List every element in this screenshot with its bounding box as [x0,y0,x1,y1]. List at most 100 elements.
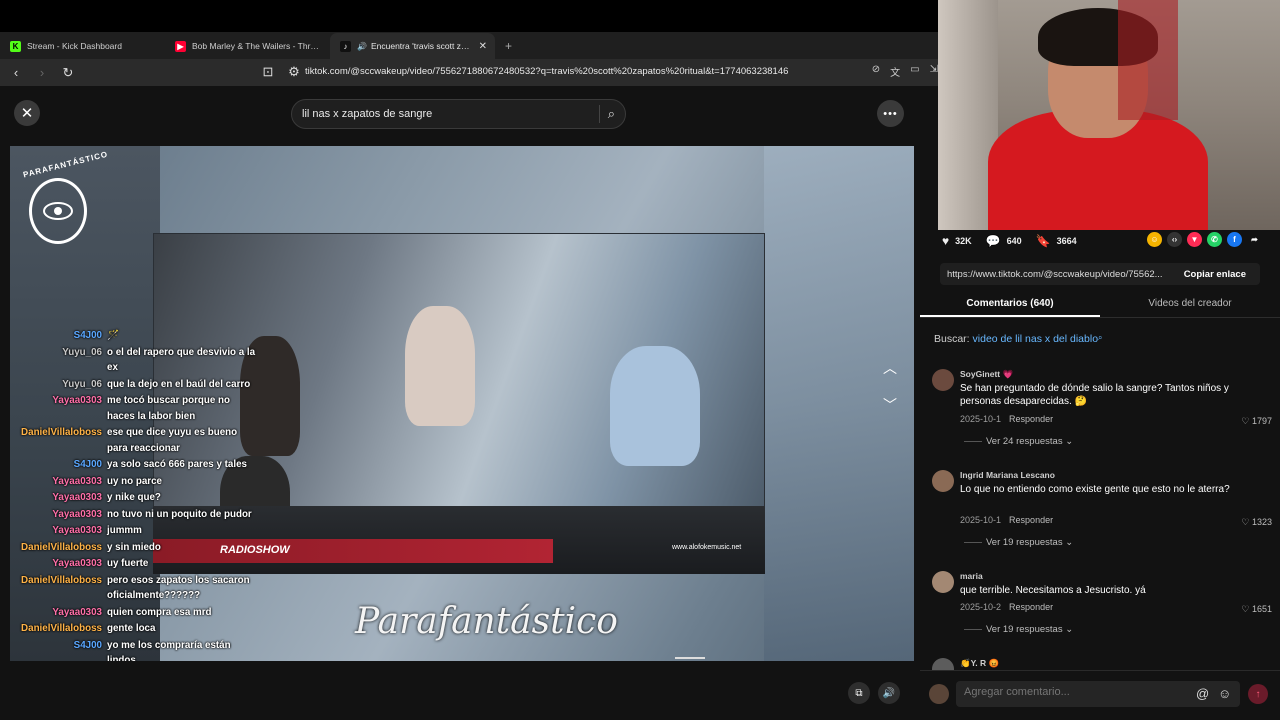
comment-likes[interactable]: ♡ 1651 [1241,604,1272,615]
search-bar[interactable]: ⌕ [291,99,626,129]
share-arrow-icon[interactable]: ➦ [1247,232,1262,247]
reply-button[interactable]: Responder [1009,515,1053,525]
user-avatar[interactable] [929,684,949,704]
chat-username[interactable]: S4J00 [10,638,107,662]
reply-button[interactable]: Responder [1009,414,1053,424]
comment-likes[interactable]: ♡ 1323 [1241,517,1272,528]
tab-comments[interactable]: Comentarios (640) [920,294,1100,317]
share-buttons: ☺ ‹› ▼ ✆ f ➦ [1147,232,1262,247]
player-controls: ⧉ 🔊 [848,682,900,704]
comment-meta: 2025-10-2 Responder [960,602,1053,612]
avatar[interactable] [932,369,954,391]
avatar[interactable] [932,470,954,492]
chat-username[interactable]: S4J00 [10,328,107,344]
picture-in-picture-icon[interactable]: ⧉ [848,682,870,704]
address-bar-actions: ⊘ 文 ▭ ⇲ [872,64,938,79]
extension-icon[interactable]: ⇲ [930,64,938,79]
tab-tiktok-active[interactable]: ♪ 🔊 Encuentra 'travis scott zapato ✕ [330,33,495,59]
view-replies-button[interactable]: Ver 19 respuestas ⌄ [964,624,1073,635]
avatar[interactable] [932,658,954,670]
copy-link-row: https://www.tiktok.com/@sccwakeup/video/… [940,263,1260,285]
mention-icon[interactable]: @ [1196,686,1209,701]
eye-off-icon[interactable]: ⊘ [872,64,880,79]
send-comment-button[interactable]: ↑ [1248,684,1268,704]
translate-icon[interactable]: 文 [890,64,900,79]
reply-button[interactable]: Responder [1009,602,1053,612]
previous-video-icon[interactable]: ︿ [878,356,902,380]
tab-kick-dashboard[interactable]: K Stream - Kick Dashboard [0,33,165,59]
tab-label: Bob Marley & The Wailers - Three Li [192,41,322,51]
save-stat[interactable]: 🔖 3664 [1036,234,1077,248]
view-replies-button[interactable]: Ver 24 respuestas ⌄ [964,436,1073,447]
comment-likes[interactable]: ♡ 1797 [1241,416,1272,427]
comment-input[interactable] [964,686,1184,698]
view-replies-button[interactable]: Ver 19 respuestas ⌄ [964,537,1073,548]
comment-icon: 💬 [985,234,1001,248]
tiktok-favicon-icon: ♪ [340,40,351,52]
search-suggestion[interactable]: Buscar: video de lil nas x del diablo⌕ [934,333,1103,345]
chat-username[interactable]: S4J00 [10,457,107,473]
video-progress-bar[interactable] [675,657,705,659]
send-icon[interactable]: ▼ [1187,232,1202,247]
more-options-button[interactable]: ••• [877,100,904,127]
chat-message: Yayaa0303 me tocó buscar porque no haces … [10,393,260,424]
reload-icon[interactable]: ↻ [58,63,78,83]
chat-text: ese que dice yuyu es bueno para reaccion… [107,427,238,454]
chat-username[interactable]: Yuyu_06 [10,377,107,393]
comment-input-box[interactable]: @ ☺ [956,681,1240,707]
tab-close-icon[interactable]: ✕ [479,41,487,52]
comment-author[interactable]: maria [960,571,983,581]
chat-username[interactable]: DanielVillaloboss [10,573,107,604]
chat-username[interactable]: Yayaa0303 [10,523,107,539]
chat-username[interactable]: Yayaa0303 [10,474,107,490]
coin-share-icon[interactable]: ☺ [1147,232,1162,247]
search-input[interactable] [302,108,591,120]
chat-username[interactable]: Yuyu_06 [10,345,107,376]
copy-link-button[interactable]: Copiar enlace [1174,269,1260,280]
url-field[interactable]: tiktok.com/@sccwakeup/video/755627188067… [305,66,788,77]
tab-youtube[interactable]: ▶ Bob Marley & The Wailers - Three Li [165,33,330,59]
chat-username[interactable]: Yayaa0303 [10,393,107,424]
comment-item: Ingrid Mariana Lescano Lo que no entiend… [932,470,1272,555]
cast-icon[interactable]: ▭ [910,64,919,79]
forward-icon[interactable]: › [32,63,52,83]
chat-username[interactable]: Yayaa0303 [10,556,107,572]
emoji-icon[interactable]: ☺ [1218,686,1231,701]
bookmark-icon[interactable]: ⊡ [258,62,278,82]
chat-username[interactable]: DanielVillaloboss [10,425,107,456]
close-video-button[interactable]: ✕ [14,100,40,126]
like-stat[interactable]: ♥ 32K [942,234,972,248]
facebook-icon[interactable]: f [1227,232,1242,247]
site-info-icon[interactable]: ⚙ [284,62,304,82]
chat-username[interactable]: DanielVillaloboss [10,621,107,637]
chat-username[interactable]: Yayaa0303 [10,507,107,523]
chat-message: DanielVillaloboss gente loca [10,621,260,637]
chat-text: no tuvo ni un poquito de pudor [107,508,252,520]
next-video-icon[interactable]: ﹀ [878,393,902,417]
comment-author[interactable]: 👏Y. R 😡 [960,658,999,669]
new-tab-button[interactable]: + [495,33,522,59]
search-icon[interactable]: ⌕ [608,106,615,122]
chat-text: yo me los compraría están lindos [107,639,231,662]
search-prefix: Buscar: [934,333,970,345]
tab-creator-videos[interactable]: Videos del creador [1100,294,1280,317]
comment-author[interactable]: SoyGinett 💗 [960,369,1013,380]
comment-stat[interactable]: 💬 640 [986,234,1022,248]
embed-icon[interactable]: ‹› [1167,232,1182,247]
search-suggestion-query[interactable]: video de lil nas x del diablo [973,333,1099,345]
chat-username[interactable]: Yayaa0303 [10,490,107,506]
video-player[interactable]: RADIOSHOW www.alofokemusic.net PARAFANTÁ… [10,146,914,661]
video-link-text[interactable]: https://www.tiktok.com/@sccwakeup/video/… [940,269,1174,280]
whatsapp-icon[interactable]: ✆ [1207,232,1222,247]
back-icon[interactable]: ‹ [6,63,26,83]
speaker-icon[interactable]: 🔊 [357,42,367,51]
heart-icon: ♥ [942,234,950,248]
tab-label: Encuentra 'travis scott zapato [370,41,473,51]
comment-author[interactable]: Ingrid Mariana Lescano [960,470,1055,480]
avatar[interactable] [932,571,954,593]
chat-username[interactable]: DanielVillaloboss [10,540,107,556]
chat-text: jummm [107,525,142,536]
chat-text: pero esos zapatos los sacaron oficialmen… [107,574,250,602]
chat-username[interactable]: Yayaa0303 [10,605,107,621]
volume-icon[interactable]: 🔊 [878,682,900,704]
